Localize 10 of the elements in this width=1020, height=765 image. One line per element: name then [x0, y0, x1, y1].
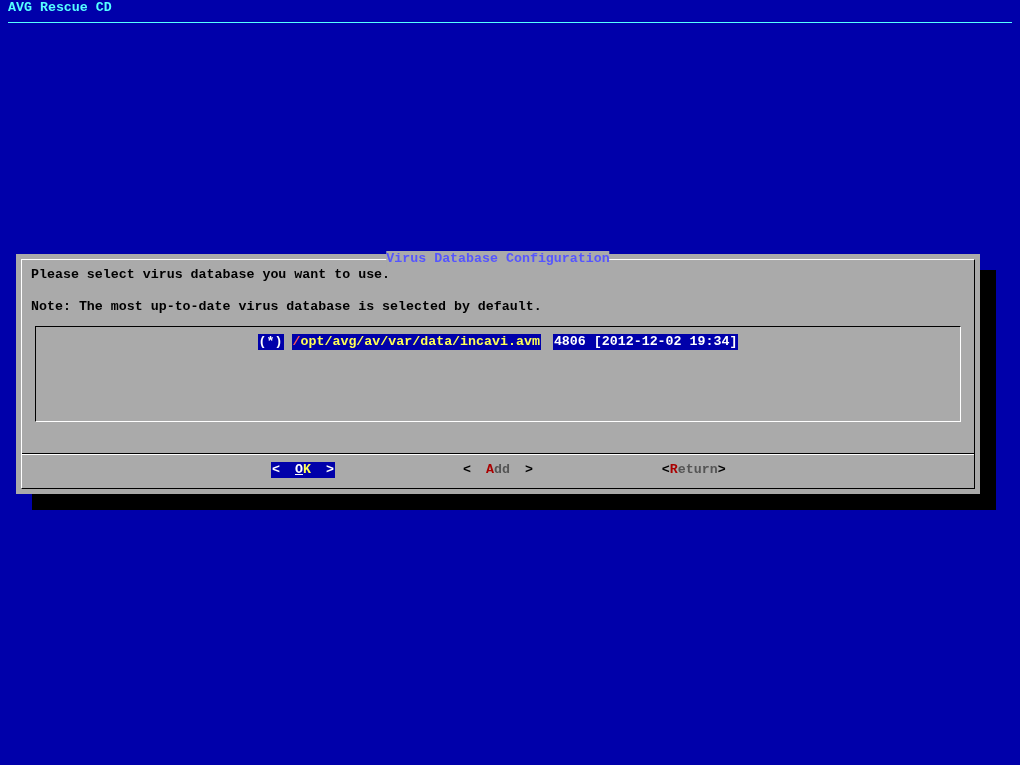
dialog-title: Virus Database Configuration [386, 251, 610, 267]
dialog-button[interactable]: <Return> [660, 462, 727, 478]
database-path[interactable]: /opt/avg/av/var/data/incavi.avm [291, 334, 541, 350]
dialog-button[interactable]: < OK > [271, 462, 335, 478]
screen-title: AVG Rescue CD [8, 0, 112, 16]
dialog-text: Please select virus database you want to use. [31, 267, 391, 283]
database-info: 4806 [2012-12-02 19:34] [552, 334, 739, 350]
dialog-button[interactable]: < Add > [461, 462, 534, 478]
radio-marker[interactable]: (*) [257, 334, 284, 350]
dialog-text: Note: The most up-to-date virus database is selected by default. [31, 299, 542, 315]
